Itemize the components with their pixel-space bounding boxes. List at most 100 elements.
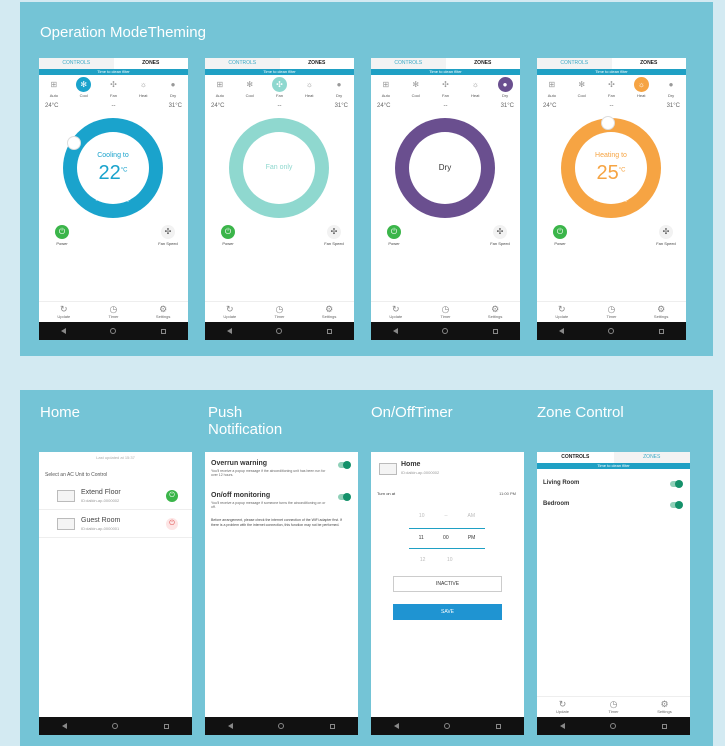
power-control[interactable]: ⏻ Power (217, 225, 239, 246)
mode-fan[interactable]: ✣ Fan (266, 77, 292, 101)
filter-banner: Time to clean filter (39, 69, 188, 75)
nav-settings[interactable]: ⚙ Settings (652, 697, 678, 717)
gear-icon: ⚙ (657, 304, 666, 314)
tab-controls[interactable]: CONTROLS (371, 58, 446, 69)
tab-zones[interactable]: ZONES (611, 58, 686, 69)
tab-zones[interactable]: ZONES (113, 58, 188, 69)
time-picker[interactable]: 10 -- AM 11 00 PM 12 10 (409, 510, 485, 574)
android-nav-bar (39, 322, 188, 340)
nav-timer[interactable]: ◷ Timer (601, 697, 627, 717)
mode-cool[interactable]: ✻ Cool (569, 77, 595, 101)
mode-heat[interactable]: ☼ Heat (130, 77, 156, 101)
mode-selector: ⊞ Auto ✻ Cool ✣ Fan ☼ Heat ● Dry (39, 77, 188, 101)
tab-zones[interactable]: ZONES (279, 58, 354, 69)
mode-fan[interactable]: ✣ Fan (100, 77, 126, 101)
nav-settings[interactable]: ⚙ Settings (150, 302, 176, 322)
unit-id: ID:daikin-ap-0000001 (81, 526, 120, 531)
save-button[interactable]: SAVE (393, 604, 502, 620)
droplet-icon: ● (170, 80, 176, 89)
dial-knob[interactable] (67, 136, 81, 150)
panel-title: Operation ModeTheming (40, 24, 206, 41)
mode-fan[interactable]: ✣ Fan (598, 77, 624, 101)
mode-dry[interactable]: ● Dry (658, 77, 684, 101)
mode-dry[interactable]: ● Dry (160, 77, 186, 101)
bedroom-toggle[interactable] (670, 501, 683, 509)
tab-zones[interactable]: ZONES (445, 58, 520, 69)
tab-controls[interactable]: CONTROLS (39, 58, 114, 69)
unit-row[interactable]: Extend Floor ID:daikin-ap-0000002 ⏻ (39, 482, 192, 510)
nav-update[interactable]: ↻ Update (549, 302, 575, 322)
timer-title: On/OffTimer (371, 404, 453, 421)
fan-speed-control[interactable]: ✣ Fan Speed (488, 225, 512, 246)
mode-auto[interactable]: ⊞ Auto (207, 77, 233, 101)
living-room-toggle[interactable] (670, 480, 683, 488)
temperature-dial[interactable]: Dry (395, 118, 495, 218)
plus-button[interactable]: + (623, 194, 628, 206)
power-off-icon[interactable]: ⏻ (166, 518, 178, 530)
nav-update[interactable]: ↻ Update (51, 302, 77, 322)
nav-timer[interactable]: ◷ Timer (432, 302, 458, 322)
power-control[interactable]: ⏻ Power (51, 225, 73, 246)
droplet-icon: ● (497, 77, 513, 92)
power-control[interactable]: ⏻ Power (549, 225, 571, 246)
mode-heat[interactable]: ☼ Heat (296, 77, 322, 101)
mode-auto[interactable]: ⊞ Auto (373, 77, 399, 101)
nav-settings[interactable]: ⚙ Settings (482, 302, 508, 322)
nav-update[interactable]: ↻ Update (217, 302, 243, 322)
tab-controls[interactable]: CONTROLS (537, 58, 612, 69)
mode-cool[interactable]: ✻ Cool (403, 77, 429, 101)
nav-settings[interactable]: ⚙ Settings (316, 302, 342, 322)
overrun-toggle[interactable] (338, 461, 351, 469)
nav-timer[interactable]: ◷ Timer (100, 302, 126, 322)
nav-update[interactable]: ↻ Update (383, 302, 409, 322)
mode-auto[interactable]: ⊞ Auto (41, 77, 67, 101)
fan-speed-control[interactable]: ✣ Fan Speed (156, 225, 180, 246)
nav-update[interactable]: ↻ Update (550, 697, 576, 717)
phone-heat: CONTROLS ZONES Time to clean filter ⊞ Aut… (537, 58, 686, 340)
minus-button[interactable]: − (593, 194, 598, 206)
power-on-icon[interactable]: ⏻ (166, 490, 178, 502)
unit-row[interactable]: Guest Room ID:daikin-ap-0000001 ⏻ (39, 510, 192, 538)
monitoring-title: On/off monitoring (211, 492, 271, 499)
mode-cool[interactable]: ✻ Cool (237, 77, 263, 101)
minus-button[interactable]: − (95, 194, 100, 206)
humidity: -- (111, 103, 116, 109)
sun-icon: ☼ (471, 80, 479, 89)
status-text: Heating to (595, 152, 627, 159)
tab-controls[interactable]: CONTROLS (205, 58, 280, 69)
inactive-button[interactable]: INACTIVE (393, 576, 502, 592)
nav-settings[interactable]: ⚙ Settings (648, 302, 674, 322)
unit-name: Extend Floor (81, 489, 121, 496)
temperature-dial[interactable]: Cooling to 22°C − + (63, 118, 163, 218)
mode-dry[interactable]: ● Dry (492, 77, 518, 101)
gear-icon: ⚙ (491, 304, 500, 314)
fan-speed-control[interactable]: ✣ Fan Speed (322, 225, 346, 246)
clock-icon: ◷ (609, 699, 618, 709)
nav-timer[interactable]: ◷ Timer (266, 302, 292, 322)
mode-auto[interactable]: ⊞ Auto (539, 77, 565, 101)
mode-fan[interactable]: ✣ Fan (432, 77, 458, 101)
mode-dry[interactable]: ● Dry (326, 77, 352, 101)
status-text: Cooling to (97, 152, 129, 159)
monitoring-toggle[interactable] (338, 493, 351, 501)
temperature-dial[interactable]: Heating to 25°C − + (561, 116, 661, 218)
dial-knob[interactable] (601, 116, 615, 130)
power-control[interactable]: ⏻ Power (383, 225, 405, 246)
refresh-icon: ↻ (558, 699, 567, 709)
push-title: Push Notification (208, 404, 283, 438)
tab-zones[interactable]: ZONES (613, 452, 690, 463)
back-icon (393, 328, 399, 334)
tab-controls[interactable]: CONTROLS (537, 452, 614, 463)
fan-icon: ✣ (110, 80, 117, 89)
grid-icon: ⊞ (50, 80, 58, 89)
fan-speed-control[interactable]: ✣ Fan Speed (654, 225, 678, 246)
mode-cool[interactable]: ✻ Cool (71, 77, 97, 101)
plus-button[interactable]: + (125, 194, 130, 206)
nav-timer[interactable]: ◷ Timer (598, 302, 624, 322)
sun-icon: ☼ (633, 77, 649, 92)
home-icon (276, 328, 283, 334)
mode-heat[interactable]: ☼ Heat (628, 77, 654, 101)
temperature-dial[interactable]: Fan only (229, 118, 329, 218)
mode-heat[interactable]: ☼ Heat (462, 77, 488, 101)
refresh-icon: ↻ (60, 304, 68, 314)
